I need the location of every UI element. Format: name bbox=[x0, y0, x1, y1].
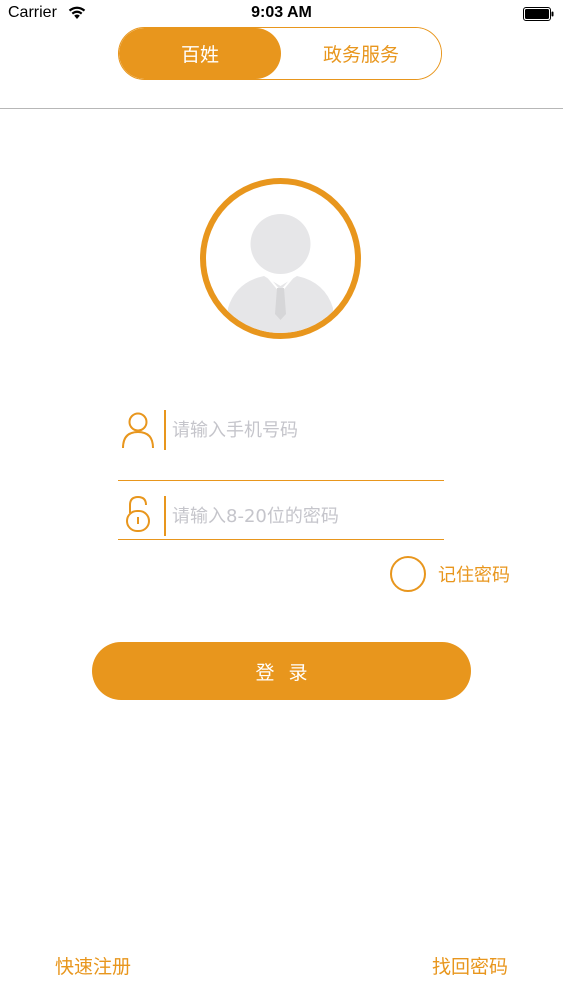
user-icon bbox=[122, 412, 154, 449]
phone-field-separator bbox=[164, 410, 166, 450]
remember-password-toggle[interactable]: 记住密码 bbox=[390, 554, 510, 594]
header-divider bbox=[0, 108, 563, 109]
avatar bbox=[200, 178, 361, 339]
avatar-icon bbox=[228, 214, 333, 333]
tab-citizen[interactable]: 百姓 bbox=[119, 28, 281, 79]
password-input[interactable] bbox=[172, 501, 432, 531]
battery-icon bbox=[523, 7, 554, 21]
phone-input-row bbox=[118, 404, 444, 481]
quick-register-link[interactable]: 快速注册 bbox=[55, 952, 131, 979]
phone-input[interactable] bbox=[172, 415, 432, 445]
role-segmented-control: 百姓 政务服务 bbox=[118, 27, 442, 80]
password-input-row bbox=[118, 490, 444, 540]
login-screen: Carrier 9:03 AM 百姓 政务服务 请输入手机号码 记住密码 登录 … bbox=[0, 0, 563, 1000]
tab-government-services[interactable]: 政务服务 bbox=[281, 28, 441, 79]
login-button[interactable]: 登录 bbox=[92, 642, 471, 700]
remember-label: 记住密码 bbox=[438, 565, 510, 586]
remember-checkbox[interactable] bbox=[390, 556, 426, 592]
status-bar: Carrier 9:03 AM bbox=[0, 0, 563, 28]
lock-icon bbox=[126, 495, 150, 532]
clock: 9:03 AM bbox=[251, 4, 312, 21]
password-field-separator bbox=[164, 496, 166, 536]
forgot-password-link[interactable]: 找回密码 bbox=[432, 952, 508, 979]
